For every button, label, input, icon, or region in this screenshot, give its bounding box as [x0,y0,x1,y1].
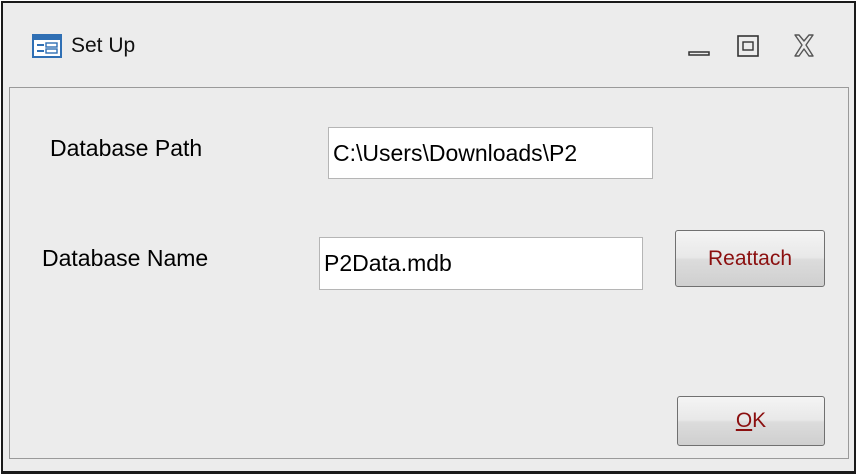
restore-icon[interactable] [730,30,766,62]
database-path-field[interactable]: C:\Users\Downloads\P2 [328,127,653,179]
title-bar[interactable]: Set Up [3,3,854,88]
reattach-button[interactable]: Reattach [675,230,825,287]
ok-accelerator-key: O [735,409,753,432]
form-body: Database Path C:\Users\Downloads\P2 Data… [9,87,849,459]
ok-button[interactable]: OK [677,396,825,446]
window-title: Set Up [71,34,136,57]
minimize-icon[interactable] [681,30,717,62]
database-path-label: Database Path [50,135,203,161]
close-icon[interactable] [786,30,822,62]
database-name-field[interactable]: P2Data.mdb [319,237,643,290]
database-name-label: Database Name [42,245,209,271]
setup-dialog: Set Up Database Path C:\Users\Downloads\… [1,1,856,474]
form-icon [32,34,62,58]
ok-label-rest: K [752,409,767,432]
